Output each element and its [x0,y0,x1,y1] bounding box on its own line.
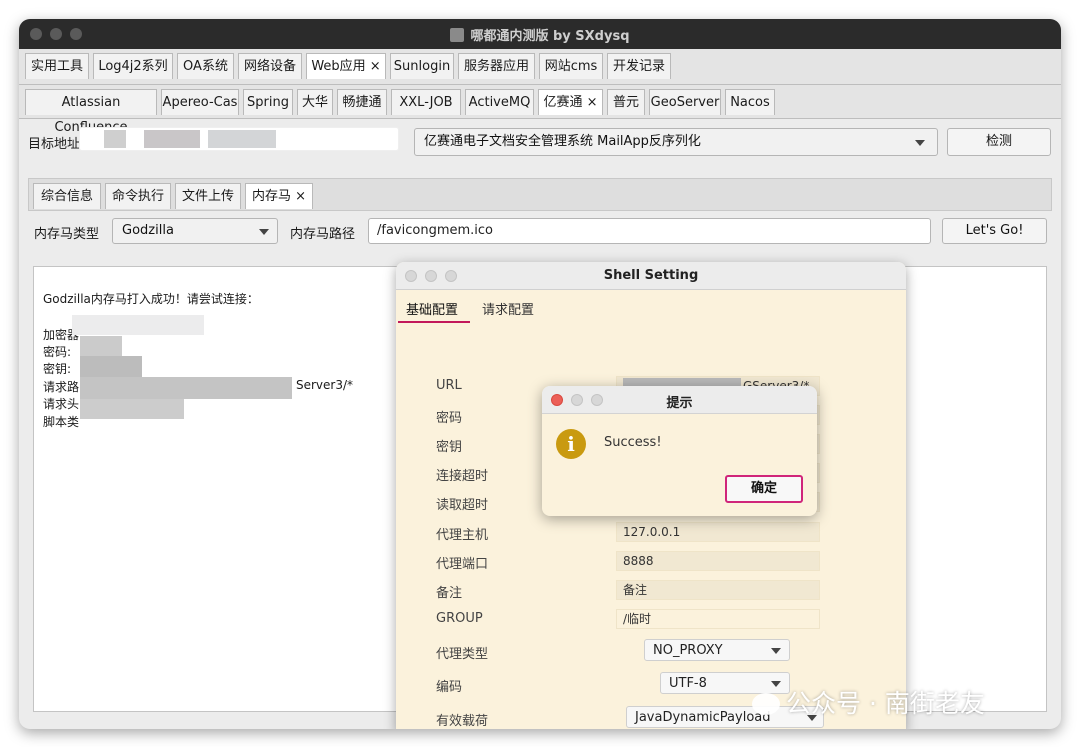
app-icon [450,28,465,42]
chevron-down-icon [259,229,269,235]
tab-command-exec[interactable]: 命令执行 [105,183,171,209]
redaction-mosaic [80,377,292,399]
output-line-password: 密码: [43,345,72,359]
detect-button[interactable]: 检测 [947,128,1051,156]
target-label: 目标地址 [28,137,81,152]
output-line-script: 脚本类 [43,415,80,429]
tab-nacos[interactable]: Nacos [725,89,775,115]
tab-esafenet[interactable]: 亿赛通 × [538,89,603,115]
memshell-type-select[interactable]: Godzilla [112,218,278,244]
output-line-path: 请求路 [43,380,80,394]
tab-memshell[interactable]: 内存马 × [245,183,313,209]
dialog-title: 提示 [666,396,693,411]
tab-tools[interactable]: 实用工具 [25,53,89,79]
tab-log4j2[interactable]: Log4j2系列 [93,53,173,79]
output-line-path-suffix: Server3/* [296,378,354,392]
tab-network-devices[interactable]: 网络设备 [238,53,302,79]
tab-general-info[interactable]: 综合信息 [33,183,101,209]
memshell-type-label: 内存马类型 [34,227,100,242]
tab-oa[interactable]: OA系统 [177,53,234,79]
password-label: 密码 [436,411,463,426]
tab-primeton[interactable]: 普元 [607,89,645,115]
read-timeout-label: 读取超时 [436,498,489,513]
output-line-key: 密钥: [43,362,72,376]
redaction-mosaic [80,399,184,419]
payload-label: 有效载荷 [436,714,489,729]
tab-web-apps[interactable]: Web应用 × [306,53,386,79]
tab-geoserver[interactable]: GeoServer [649,89,721,115]
key-label: 密钥 [436,440,463,455]
tab-apereo-cas[interactable]: Apereo-Cas [161,89,239,115]
tab-xxl-job[interactable]: XXL-JOB [391,89,461,115]
url-label: URL [436,378,462,393]
tab-file-upload[interactable]: 文件上传 [175,183,241,209]
confirm-button[interactable]: 确定 [725,475,803,503]
redaction-mosaic [72,315,204,335]
memshell-path-label: 内存马路径 [290,227,356,242]
main-window: 哪都通内测版 by SXdysq 实用工具 Log4j2系列 OA系统 网络设备… [19,19,1061,729]
window-title: 哪都通内测版 by SXdysq [19,25,1061,44]
exploit-select[interactable]: 亿赛通电子文档安全管理系统 MailApp反序列化 [414,128,938,156]
group-label: GROUP [436,611,483,626]
dialog-title-bar: 提示 [542,386,817,414]
lets-go-button[interactable]: Let's Go! [942,218,1047,244]
output-line-header: 请求头 [43,397,80,411]
proxy-type-select[interactable]: NO_PROXY [644,639,790,661]
redaction-mosaic [80,356,142,377]
shell-setting-title-bar: Shell Setting [396,262,906,290]
active-tab-indicator [398,321,470,323]
chevron-down-icon [915,140,925,146]
proxy-port-label: 代理端口 [436,557,489,572]
tab-chanjet[interactable]: 畅捷通 [337,89,387,115]
dialog-message: Success! [604,435,662,450]
title-bar: 哪都通内测版 by SXdysq [19,19,1061,49]
proxy-port-field[interactable]: 8888 [616,551,820,571]
encoding-label: 编码 [436,680,463,695]
wechat-icon [752,693,780,715]
note-label: 备注 [436,586,463,601]
chevron-down-icon [771,648,781,654]
info-icon: i [556,429,586,459]
tab-spring[interactable]: Spring [243,89,293,115]
proxy-host-label: 代理主机 [436,528,489,543]
inner-tab-bar: 综合信息 命令执行 文件上传 内存马 × [28,178,1052,211]
success-dialog: 提示 i Success! 确定 [542,386,817,516]
tab-dev-log[interactable]: 开发记录 [607,53,671,79]
target-url-input[interactable] [79,127,399,151]
redaction-mosaic [80,336,122,356]
conn-timeout-label: 连接超时 [436,469,489,484]
tab-server-apps[interactable]: 服务器应用 [458,53,535,79]
tab-cms[interactable]: 网站cms [539,53,603,79]
top-tab-bar: 实用工具 Log4j2系列 OA系统 网络设备 Web应用 × Sunlogin… [19,49,1061,85]
proxy-host-field[interactable]: 127.0.0.1 [616,522,820,542]
tab-sunlogin[interactable]: Sunlogin [390,53,454,79]
tab-request-config[interactable]: 请求配置 [482,299,534,318]
note-field[interactable]: 备注 [616,580,820,600]
sub-tab-bar: Atlassian Confluence Apereo-Cas Spring 大… [19,85,1061,135]
tab-basic-config[interactable]: 基础配置 [406,299,458,318]
output-line-success: Godzilla内存马打入成功！请尝试连接： [43,292,259,306]
group-field[interactable]: /临时 [616,609,820,629]
proxy-type-label: 代理类型 [436,647,489,662]
tab-dahua[interactable]: 大华 [297,89,333,115]
tab-confluence[interactable]: Atlassian Confluence [25,89,157,135]
memshell-path-input[interactable]: /favicongmem.ico [368,218,931,244]
tab-activemq[interactable]: ActiveMQ [465,89,534,115]
shell-setting-title: Shell Setting [603,268,699,283]
watermark: 公众号 · 南街老友 [752,684,985,720]
